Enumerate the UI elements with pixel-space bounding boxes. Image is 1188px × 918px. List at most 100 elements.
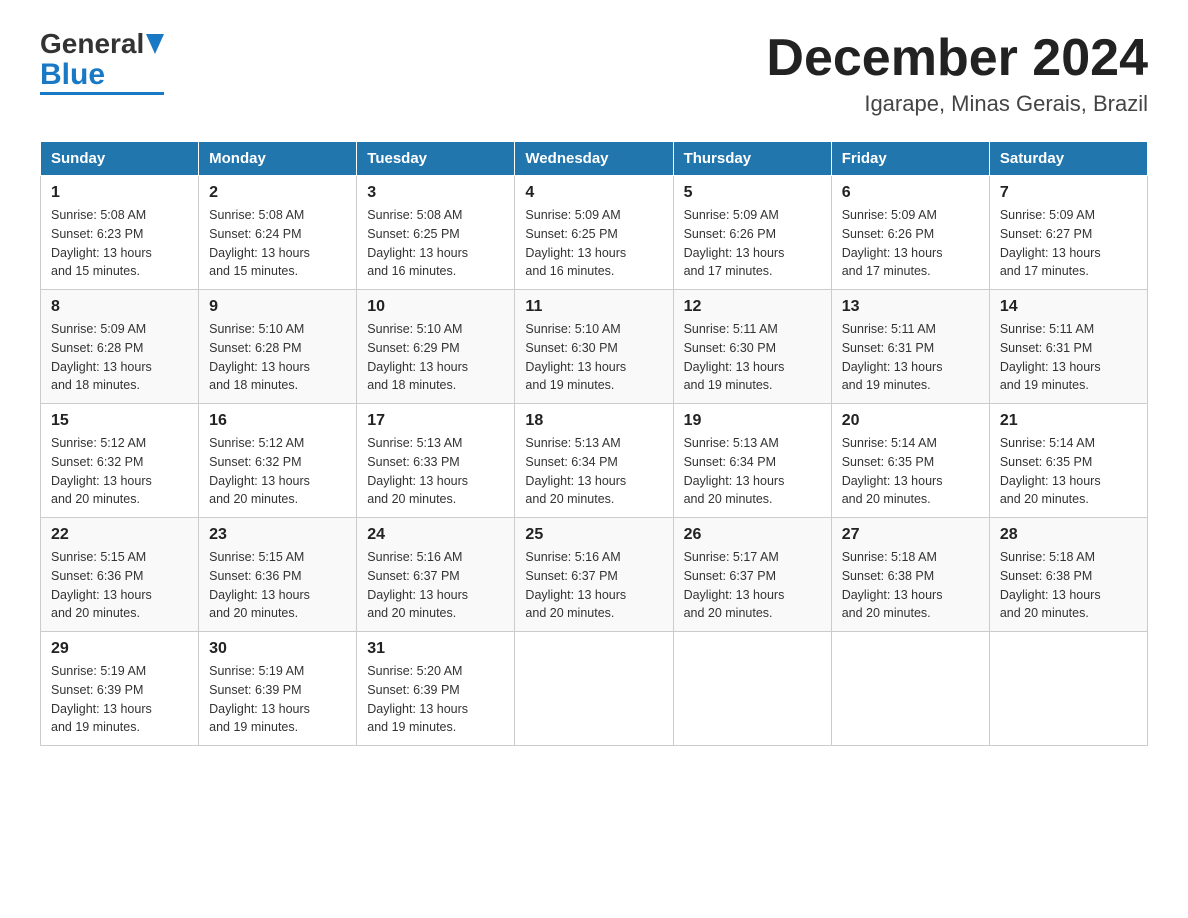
week-row-4: 22 Sunrise: 5:15 AM Sunset: 6:36 PM Dayl… — [41, 518, 1148, 632]
day-info: Sunrise: 5:16 AM Sunset: 6:37 PM Dayligh… — [367, 548, 504, 623]
day-cell: 12 Sunrise: 5:11 AM Sunset: 6:30 PM Dayl… — [673, 290, 831, 404]
day-cell: 5 Sunrise: 5:09 AM Sunset: 6:26 PM Dayli… — [673, 176, 831, 290]
day-cell: 20 Sunrise: 5:14 AM Sunset: 6:35 PM Dayl… — [831, 404, 989, 518]
day-info: Sunrise: 5:20 AM Sunset: 6:39 PM Dayligh… — [367, 662, 504, 737]
day-info: Sunrise: 5:10 AM Sunset: 6:28 PM Dayligh… — [209, 320, 346, 395]
day-info: Sunrise: 5:10 AM Sunset: 6:30 PM Dayligh… — [525, 320, 662, 395]
header-cell-saturday: Saturday — [989, 142, 1147, 176]
day-info: Sunrise: 5:17 AM Sunset: 6:37 PM Dayligh… — [684, 548, 821, 623]
day-cell: 8 Sunrise: 5:09 AM Sunset: 6:28 PM Dayli… — [41, 290, 199, 404]
day-number: 25 — [525, 526, 662, 544]
logo-underline — [40, 92, 164, 95]
day-info: Sunrise: 5:15 AM Sunset: 6:36 PM Dayligh… — [51, 548, 188, 623]
day-number: 7 — [1000, 184, 1137, 202]
day-number: 28 — [1000, 526, 1137, 544]
day-cell: 7 Sunrise: 5:09 AM Sunset: 6:27 PM Dayli… — [989, 176, 1147, 290]
day-info: Sunrise: 5:12 AM Sunset: 6:32 PM Dayligh… — [209, 434, 346, 509]
day-cell: 16 Sunrise: 5:12 AM Sunset: 6:32 PM Dayl… — [199, 404, 357, 518]
day-cell: 1 Sunrise: 5:08 AM Sunset: 6:23 PM Dayli… — [41, 176, 199, 290]
day-info: Sunrise: 5:18 AM Sunset: 6:38 PM Dayligh… — [1000, 548, 1137, 623]
week-row-1: 1 Sunrise: 5:08 AM Sunset: 6:23 PM Dayli… — [41, 176, 1148, 290]
day-info: Sunrise: 5:14 AM Sunset: 6:35 PM Dayligh… — [1000, 434, 1137, 509]
day-info: Sunrise: 5:15 AM Sunset: 6:36 PM Dayligh… — [209, 548, 346, 623]
day-number: 1 — [51, 184, 188, 202]
day-number: 21 — [1000, 412, 1137, 430]
day-cell: 27 Sunrise: 5:18 AM Sunset: 6:38 PM Dayl… — [831, 518, 989, 632]
day-number: 20 — [842, 412, 979, 430]
day-number: 30 — [209, 640, 346, 658]
day-cell: 31 Sunrise: 5:20 AM Sunset: 6:39 PM Dayl… — [357, 632, 515, 746]
logo-blue-text: Blue — [40, 58, 105, 92]
day-number: 15 — [51, 412, 188, 430]
day-info: Sunrise: 5:08 AM Sunset: 6:23 PM Dayligh… — [51, 206, 188, 281]
day-number: 24 — [367, 526, 504, 544]
day-cell: 17 Sunrise: 5:13 AM Sunset: 6:33 PM Dayl… — [357, 404, 515, 518]
day-info: Sunrise: 5:09 AM Sunset: 6:26 PM Dayligh… — [842, 206, 979, 281]
calendar-table: SundayMondayTuesdayWednesdayThursdayFrid… — [40, 141, 1148, 746]
day-cell: 15 Sunrise: 5:12 AM Sunset: 6:32 PM Dayl… — [41, 404, 199, 518]
page-header: General Blue December 2024 Igarape, Mina… — [40, 30, 1148, 117]
calendar-header: SundayMondayTuesdayWednesdayThursdayFrid… — [41, 142, 1148, 176]
day-number: 13 — [842, 298, 979, 316]
day-cell: 13 Sunrise: 5:11 AM Sunset: 6:31 PM Dayl… — [831, 290, 989, 404]
logo: General Blue — [40, 30, 164, 95]
day-cell: 10 Sunrise: 5:10 AM Sunset: 6:29 PM Dayl… — [357, 290, 515, 404]
day-number: 3 — [367, 184, 504, 202]
header-cell-monday: Monday — [199, 142, 357, 176]
day-number: 17 — [367, 412, 504, 430]
day-cell: 28 Sunrise: 5:18 AM Sunset: 6:38 PM Dayl… — [989, 518, 1147, 632]
day-number: 16 — [209, 412, 346, 430]
day-number: 22 — [51, 526, 188, 544]
header-row: SundayMondayTuesdayWednesdayThursdayFrid… — [41, 142, 1148, 176]
day-cell — [989, 632, 1147, 746]
day-cell: 23 Sunrise: 5:15 AM Sunset: 6:36 PM Dayl… — [199, 518, 357, 632]
day-info: Sunrise: 5:08 AM Sunset: 6:24 PM Dayligh… — [209, 206, 346, 281]
day-cell: 21 Sunrise: 5:14 AM Sunset: 6:35 PM Dayl… — [989, 404, 1147, 518]
header-cell-wednesday: Wednesday — [515, 142, 673, 176]
day-number: 14 — [1000, 298, 1137, 316]
day-info: Sunrise: 5:09 AM Sunset: 6:26 PM Dayligh… — [684, 206, 821, 281]
day-number: 2 — [209, 184, 346, 202]
day-cell — [831, 632, 989, 746]
title-block: December 2024 Igarape, Minas Gerais, Bra… — [766, 30, 1148, 117]
day-number: 8 — [51, 298, 188, 316]
day-cell — [673, 632, 831, 746]
day-cell: 26 Sunrise: 5:17 AM Sunset: 6:37 PM Dayl… — [673, 518, 831, 632]
day-info: Sunrise: 5:19 AM Sunset: 6:39 PM Dayligh… — [209, 662, 346, 737]
day-cell: 14 Sunrise: 5:11 AM Sunset: 6:31 PM Dayl… — [989, 290, 1147, 404]
day-cell: 25 Sunrise: 5:16 AM Sunset: 6:37 PM Dayl… — [515, 518, 673, 632]
day-cell: 29 Sunrise: 5:19 AM Sunset: 6:39 PM Dayl… — [41, 632, 199, 746]
header-cell-friday: Friday — [831, 142, 989, 176]
day-info: Sunrise: 5:11 AM Sunset: 6:31 PM Dayligh… — [842, 320, 979, 395]
week-row-3: 15 Sunrise: 5:12 AM Sunset: 6:32 PM Dayl… — [41, 404, 1148, 518]
day-number: 9 — [209, 298, 346, 316]
day-cell: 19 Sunrise: 5:13 AM Sunset: 6:34 PM Dayl… — [673, 404, 831, 518]
day-cell: 24 Sunrise: 5:16 AM Sunset: 6:37 PM Dayl… — [357, 518, 515, 632]
logo-triangle-icon — [146, 34, 164, 54]
day-info: Sunrise: 5:19 AM Sunset: 6:39 PM Dayligh… — [51, 662, 188, 737]
day-info: Sunrise: 5:11 AM Sunset: 6:30 PM Dayligh… — [684, 320, 821, 395]
day-number: 6 — [842, 184, 979, 202]
week-row-5: 29 Sunrise: 5:19 AM Sunset: 6:39 PM Dayl… — [41, 632, 1148, 746]
day-cell: 3 Sunrise: 5:08 AM Sunset: 6:25 PM Dayli… — [357, 176, 515, 290]
day-info: Sunrise: 5:10 AM Sunset: 6:29 PM Dayligh… — [367, 320, 504, 395]
day-info: Sunrise: 5:18 AM Sunset: 6:38 PM Dayligh… — [842, 548, 979, 623]
day-info: Sunrise: 5:09 AM Sunset: 6:28 PM Dayligh… — [51, 320, 188, 395]
day-info: Sunrise: 5:14 AM Sunset: 6:35 PM Dayligh… — [842, 434, 979, 509]
day-info: Sunrise: 5:09 AM Sunset: 6:25 PM Dayligh… — [525, 206, 662, 281]
header-cell-thursday: Thursday — [673, 142, 831, 176]
day-info: Sunrise: 5:16 AM Sunset: 6:37 PM Dayligh… — [525, 548, 662, 623]
day-number: 29 — [51, 640, 188, 658]
day-number: 18 — [525, 412, 662, 430]
calendar-subtitle: Igarape, Minas Gerais, Brazil — [766, 91, 1148, 117]
day-number: 12 — [684, 298, 821, 316]
day-number: 23 — [209, 526, 346, 544]
calendar-body: 1 Sunrise: 5:08 AM Sunset: 6:23 PM Dayli… — [41, 176, 1148, 746]
day-number: 10 — [367, 298, 504, 316]
day-info: Sunrise: 5:13 AM Sunset: 6:34 PM Dayligh… — [684, 434, 821, 509]
day-cell: 30 Sunrise: 5:19 AM Sunset: 6:39 PM Dayl… — [199, 632, 357, 746]
calendar-title: December 2024 — [766, 30, 1148, 87]
day-cell: 9 Sunrise: 5:10 AM Sunset: 6:28 PM Dayli… — [199, 290, 357, 404]
day-number: 27 — [842, 526, 979, 544]
day-info: Sunrise: 5:08 AM Sunset: 6:25 PM Dayligh… — [367, 206, 504, 281]
